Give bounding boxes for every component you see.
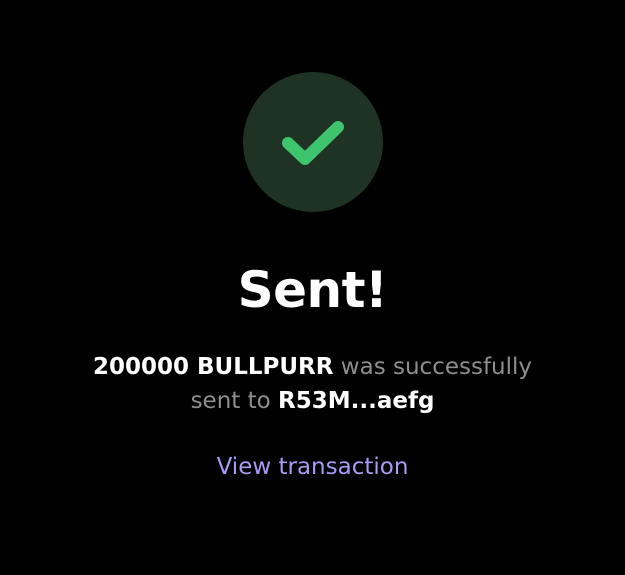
view-transaction-link[interactable]: View transaction [217, 451, 409, 483]
page-title: Sent! [237, 261, 388, 319]
check-icon [281, 121, 344, 165]
message-text-to: sent to [190, 388, 271, 414]
message-text-middle: was successfully [340, 354, 533, 380]
success-badge [242, 72, 383, 212]
transaction-sent-screen: Sent! 200000 BULLPURR was successfully s… [0, 0, 625, 575]
success-message: 200000 BULLPURR was successfully sent to… [93, 350, 533, 418]
sent-amount: 200000 BULLPURR [92, 354, 334, 380]
recipient-address: R53M...aefg [278, 388, 435, 414]
